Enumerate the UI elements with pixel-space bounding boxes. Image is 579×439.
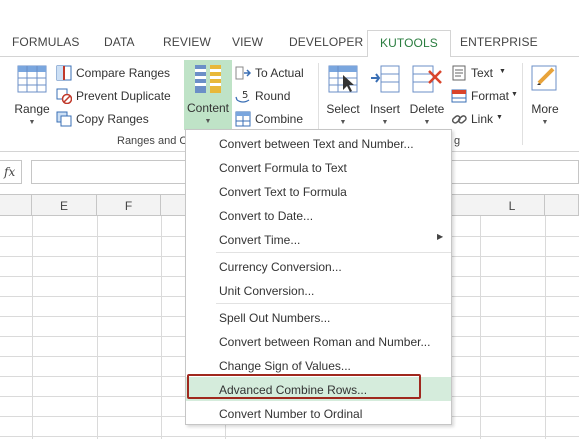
to-actual-icon xyxy=(235,66,251,80)
text-dropdown-arrow: ▼ xyxy=(499,68,506,75)
content-button[interactable]: Content ▼ xyxy=(184,60,232,130)
to-actual-label: To Actual xyxy=(255,66,304,80)
tab-kutools[interactable]: KUTOOLS xyxy=(367,30,451,58)
format-label: Format xyxy=(471,89,510,103)
column-header-e[interactable]: E xyxy=(32,195,97,216)
column-header-m[interactable] xyxy=(545,195,579,216)
submenu-arrow-icon: ▶ xyxy=(437,232,444,241)
column-header-f[interactable]: F xyxy=(97,195,161,216)
range-dropdown-arrow: ▼ xyxy=(28,119,36,126)
range-label: Range xyxy=(14,102,50,116)
round-icon: 5 xyxy=(235,90,250,103)
content-icon xyxy=(195,65,221,93)
menu-item-unit-conversion[interactable]: Unit Conversion... xyxy=(186,278,451,302)
select-dropdown-arrow: ▼ xyxy=(339,119,347,126)
insert-button[interactable]: Insert ▼ xyxy=(364,61,406,129)
link-dropdown-arrow: ▼ xyxy=(496,114,503,121)
content-dropdown-arrow: ▼ xyxy=(204,118,212,125)
text-icon xyxy=(452,65,466,81)
fx-icon[interactable]: fx xyxy=(0,160,22,184)
more-dropdown-arrow: ▼ xyxy=(541,119,549,126)
delete-button[interactable]: Delete ▼ xyxy=(406,61,448,129)
round-label: Round xyxy=(255,89,291,103)
tab-formulas[interactable]: FORMULAS xyxy=(12,35,79,49)
menu-item-convert-to-date[interactable]: Convert to Date... xyxy=(186,203,451,227)
tab-developer[interactable]: DEVELOPER xyxy=(289,35,363,49)
insert-dropdown-arrow: ▼ xyxy=(381,119,389,126)
insert-label: Insert xyxy=(369,102,400,116)
prevent-duplicate-icon xyxy=(56,88,72,104)
menu-item-convert-time-label: Convert Time... xyxy=(219,233,301,247)
insert-icon xyxy=(371,65,400,93)
select-label: Select xyxy=(326,102,360,116)
range-icon xyxy=(17,65,47,93)
ribbon-separator-2 xyxy=(522,63,523,145)
ranges-group-label: Ranges and C xyxy=(117,135,188,147)
copy-ranges-label: Copy Ranges xyxy=(76,112,149,126)
content-label: Content xyxy=(186,101,230,115)
more-label: More xyxy=(531,102,559,116)
menu-item-convert-number-to-ordinal[interactable]: Convert Number to Ordinal xyxy=(186,401,451,425)
editing-group-label-tail: g xyxy=(454,135,461,147)
compare-ranges-icon xyxy=(56,65,72,81)
text-label: Text xyxy=(471,66,494,80)
highlight-annotation-box xyxy=(187,374,421,399)
menu-separator xyxy=(216,252,451,253)
tab-review[interactable]: REVIEW xyxy=(163,35,211,49)
prevent-duplicate-label: Prevent Duplicate xyxy=(76,89,171,103)
range-button[interactable]: Range ▼ xyxy=(10,61,54,129)
format-icon xyxy=(451,89,467,103)
format-dropdown-arrow: ▼ xyxy=(511,91,518,98)
select-button[interactable]: Select ▼ xyxy=(322,61,364,129)
delete-dropdown-arrow: ▼ xyxy=(423,119,431,126)
link-label: Link xyxy=(471,112,494,126)
svg-text:5: 5 xyxy=(242,90,248,101)
tab-view[interactable]: VIEW xyxy=(232,35,263,49)
menu-item-convert-text-to-formula[interactable]: Convert Text to Formula xyxy=(186,179,451,203)
combine-icon xyxy=(235,111,251,127)
delete-label: Delete xyxy=(409,102,445,116)
compare-ranges-label: Compare Ranges xyxy=(76,66,171,80)
column-header-l[interactable]: L xyxy=(480,195,545,216)
select-icon xyxy=(328,65,358,93)
menu-item-convert-roman-number[interactable]: Convert between Roman and Number... xyxy=(186,329,451,353)
column-header-blank[interactable] xyxy=(0,195,32,216)
menu-item-convert-text-number[interactable]: Convert between Text and Number... xyxy=(186,131,451,155)
ribbon-tab-bar: FORMULAS DATA REVIEW VIEW DEVELOPER KUTO… xyxy=(0,30,579,58)
more-icon xyxy=(531,65,557,91)
menu-item-spell-out-numbers[interactable]: Spell Out Numbers... xyxy=(186,305,451,329)
copy-ranges-icon xyxy=(56,111,72,127)
menu-item-currency-conversion[interactable]: Currency Conversion... xyxy=(186,254,451,278)
link-icon xyxy=(451,115,467,124)
menu-separator xyxy=(216,303,451,304)
delete-icon xyxy=(412,65,442,93)
menu-item-convert-formula-to-text[interactable]: Convert Formula to Text xyxy=(186,155,451,179)
menu-item-convert-time[interactable]: Convert Time... ▶ xyxy=(186,227,451,251)
tab-enterprise[interactable]: ENTERPRISE xyxy=(460,35,538,49)
more-button[interactable]: More ▼ xyxy=(526,61,564,129)
combine-label: Combine xyxy=(255,112,304,126)
tab-data[interactable]: DATA xyxy=(104,35,135,49)
